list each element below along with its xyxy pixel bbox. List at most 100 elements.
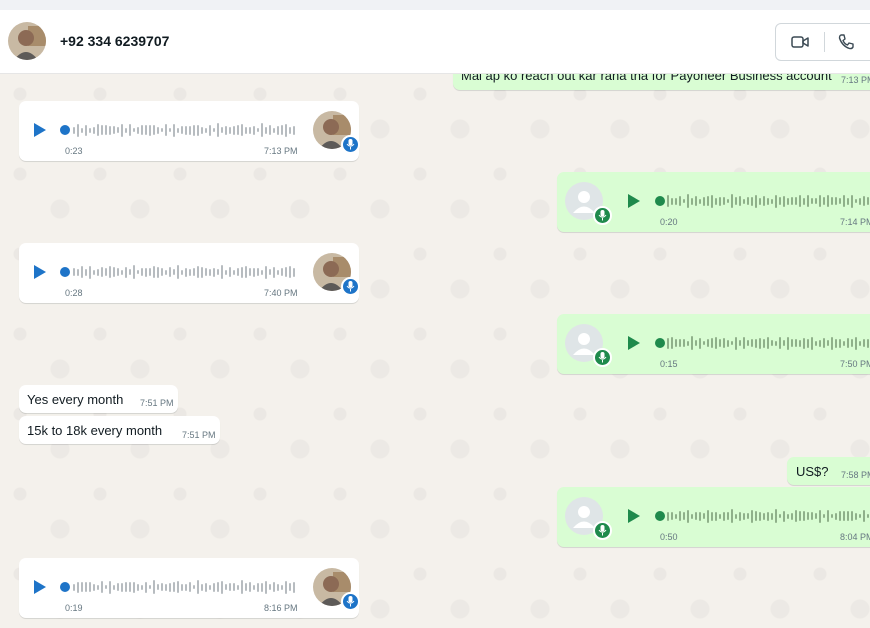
waveform-bar: [687, 509, 689, 523]
waveform[interactable]: [667, 193, 870, 209]
play-icon[interactable]: [628, 194, 640, 208]
waveform-bar: [225, 584, 227, 590]
waveform-bar: [257, 268, 259, 276]
seek-handle[interactable]: [60, 582, 70, 592]
waveform[interactable]: [73, 579, 295, 595]
waveform-bar: [803, 337, 805, 349]
waveform-bar: [97, 584, 99, 590]
contact-avatar[interactable]: [8, 22, 46, 60]
waveform-bar: [269, 125, 271, 135]
waveform-bar: [233, 125, 235, 135]
waveform-bar: [671, 512, 673, 520]
waveform-bar: [149, 124, 151, 136]
waveform-bar: [161, 268, 163, 276]
waveform-bar: [293, 125, 295, 135]
waveform-bar: [819, 195, 821, 207]
waveform-bar: [759, 511, 761, 521]
waveform-bar: [165, 583, 167, 591]
waveform-bar: [839, 338, 841, 348]
waveform-bar: [261, 269, 263, 275]
waveform-bar: [851, 194, 853, 208]
waveform-bar: [117, 268, 119, 276]
waveform-bar: [205, 268, 207, 276]
waveform-bar: [859, 514, 861, 518]
waveform[interactable]: [73, 122, 295, 138]
play-icon[interactable]: [628, 509, 640, 523]
waveform-bar: [699, 511, 701, 521]
message-time: 7:58 PM: [841, 470, 870, 480]
waveform-bar: [835, 197, 837, 205]
waveform-bar: [101, 267, 103, 277]
waveform-bar: [177, 581, 179, 593]
play-icon[interactable]: [628, 336, 640, 350]
video-call-icon[interactable]: [790, 32, 810, 52]
waveform-bar: [281, 268, 283, 276]
incoming-voice-message[interactable]: 0:23 7:13 PM: [19, 101, 360, 161]
waveform-bar: [121, 269, 123, 275]
waveform-bar: [867, 338, 869, 348]
waveform-bar: [209, 124, 211, 136]
incoming-voice-message[interactable]: 0:28 7:40 PM: [19, 243, 360, 303]
outgoing-voice-message[interactable]: 0:50 8:04 PM: [557, 487, 870, 547]
waveform-bar: [93, 126, 95, 134]
waveform-bar: [137, 126, 139, 134]
outgoing-voice-message[interactable]: 0:20 7:14 PM: [557, 172, 870, 232]
waveform-bar: [157, 584, 159, 590]
play-icon[interactable]: [34, 580, 46, 594]
message-list[interactable]: Mai ap ko reach out kar raha tha for Pay…: [0, 74, 870, 628]
waveform-bar: [751, 509, 753, 523]
play-icon[interactable]: [34, 123, 46, 137]
seek-handle[interactable]: [60, 267, 70, 277]
contact-name[interactable]: +92 334 6239707: [60, 33, 169, 49]
waveform-bar: [129, 269, 131, 275]
waveform-bar: [209, 268, 211, 276]
mic-icon: [341, 135, 360, 154]
waveform-bar: [265, 265, 267, 279]
waveform-bar: [117, 127, 119, 133]
outgoing-voice-message[interactable]: 0:15 7:50 PM: [557, 314, 870, 374]
seek-handle[interactable]: [60, 125, 70, 135]
waveform[interactable]: [667, 508, 870, 524]
waveform-bar: [795, 197, 797, 205]
waveform-bar: [831, 514, 833, 518]
message-time: 7:14 PM: [840, 217, 870, 227]
waveform-bar: [867, 197, 869, 205]
waveform[interactable]: [73, 264, 295, 280]
message-time: 7:40 PM: [264, 288, 298, 298]
waveform-bar: [735, 513, 737, 519]
incoming-voice-message[interactable]: 0:19 8:16 PM: [19, 558, 360, 618]
seek-handle[interactable]: [655, 338, 665, 348]
seek-handle[interactable]: [655, 196, 665, 206]
waveform-bar: [835, 338, 837, 348]
waveform-bar: [707, 339, 709, 347]
play-icon[interactable]: [34, 265, 46, 279]
waveform-bar: [783, 340, 785, 346]
waveform-bar: [229, 126, 231, 134]
waveform-bar: [161, 128, 163, 132]
waveform-bar: [723, 197, 725, 205]
waveform-bar: [181, 269, 183, 275]
message-time: 7:13 PM: [841, 75, 870, 85]
waveform-bar: [799, 511, 801, 521]
waveform-bar: [77, 123, 79, 137]
voice-call-icon[interactable]: [836, 32, 856, 52]
waveform-bar: [109, 125, 111, 135]
seek-handle[interactable]: [655, 511, 665, 521]
waveform-bar: [137, 270, 139, 274]
waveform-bar: [289, 126, 291, 134]
waveform-bar: [823, 338, 825, 348]
waveform-bar: [831, 336, 833, 350]
outgoing-text-message[interactable]: Mai ap ko reach out kar raha tha for Pay…: [453, 74, 870, 90]
outgoing-text-message[interactable]: US$? 7:58 PM: [787, 457, 870, 485]
waveform-bar: [161, 583, 163, 591]
waveform-bar: [695, 196, 697, 206]
waveform-bar: [731, 194, 733, 208]
waveform-bar: [675, 197, 677, 205]
mic-icon: [341, 277, 360, 296]
waveform-bar: [847, 338, 849, 348]
incoming-text-message[interactable]: Yes every month 7:51 PM: [19, 385, 178, 413]
incoming-text-message[interactable]: 15k to 18k every month 7:51 PM: [19, 416, 220, 444]
waveform[interactable]: [667, 335, 870, 351]
waveform-bar: [201, 583, 203, 591]
waveform-bar: [787, 197, 789, 205]
